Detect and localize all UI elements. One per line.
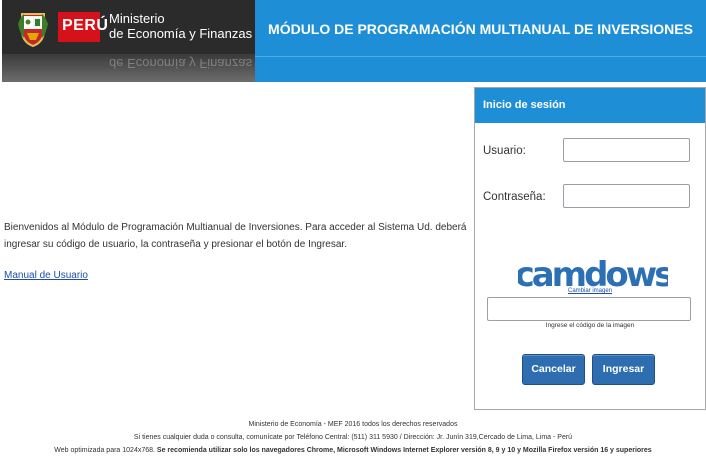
password-label: Contraseña: xyxy=(483,191,546,203)
logo-reflection-text: de Economía y Finanzas xyxy=(109,56,253,71)
logo-ministry-line1: Ministerio xyxy=(109,11,165,26)
welcome-text: Bienvenidos al Módulo de Programación Mu… xyxy=(4,222,467,250)
user-manual-link[interactable]: Manual de Usuario xyxy=(4,270,88,281)
footer-optimized-text: Web optimizada para 1024x768. xyxy=(54,447,155,454)
change-captcha-link[interactable]: Cambiar imagen xyxy=(475,288,705,294)
password-input[interactable] xyxy=(563,184,690,208)
login-title: Inicio de sesión xyxy=(483,99,566,111)
logo-reflection: de Economía y Finanzas xyxy=(2,54,255,82)
login-header: Inicio de sesión xyxy=(475,88,705,123)
captcha-input[interactable] xyxy=(487,297,691,321)
cancel-button[interactable]: Cancelar xyxy=(522,354,585,385)
username-input[interactable] xyxy=(563,138,690,162)
logo-ministry-line2: de Economía y Finanzas xyxy=(109,26,253,41)
footer-copyright: Ministerio de Economía - MEF 2016 todos … xyxy=(248,421,458,428)
footer-contact: Si tienes cualquier duda o consulta, com… xyxy=(133,434,573,441)
mef-logo: PERÚ Ministerio de Economía y Finanzas d… xyxy=(2,0,255,82)
login-panel: Inicio de sesión Usuario: Contraseña: ca… xyxy=(474,87,706,410)
page-title: MÓDULO DE PROGRAMACIÓN MULTIANUAL DE INV… xyxy=(268,21,693,37)
footer-browser-note: Web optimizada para 1024x768. Se recomie… xyxy=(0,447,706,454)
title-banner: MÓDULO DE PROGRAMACIÓN MULTIANUAL DE INV… xyxy=(255,0,706,56)
peru-coat-of-arms-icon xyxy=(18,13,48,48)
banner-strip xyxy=(255,56,706,82)
logo-country-name: PERÚ xyxy=(62,17,109,34)
page-header: PERÚ Ministerio de Economía y Finanzas d… xyxy=(0,0,706,82)
username-label: Usuario: xyxy=(483,145,526,157)
footer-browser-recommendation: Se recomienda utilizar solo los navegado… xyxy=(156,447,652,454)
login-button[interactable]: Ingresar xyxy=(592,354,655,385)
captcha-instruction: Ingrese el código de la imagen xyxy=(545,322,635,329)
